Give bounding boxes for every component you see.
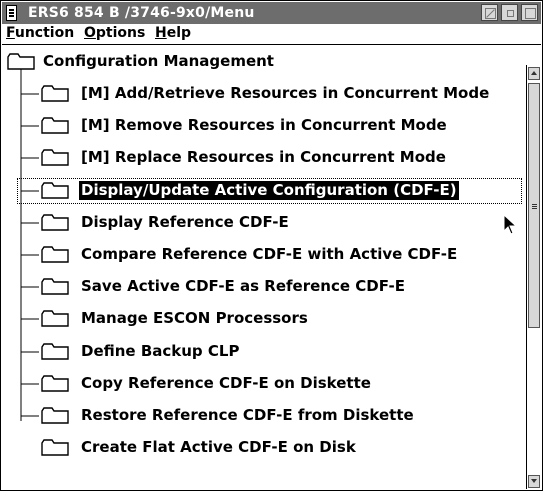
restore-icon[interactable] xyxy=(501,4,518,21)
folder-icon xyxy=(41,343,69,360)
folder-icon xyxy=(41,439,69,456)
folder-icon xyxy=(41,375,69,392)
minimize-icon[interactable] xyxy=(481,4,498,21)
tree-item-label: Restore Reference CDF-E from Diskette xyxy=(81,406,414,424)
tree-item-label: Compare Reference CDF-E with Active CDF-… xyxy=(81,245,458,263)
tree-item-label: Copy Reference CDF-E on Diskette xyxy=(81,374,371,392)
menu-bar: Function Options Help xyxy=(2,24,541,45)
tree-root-label: Configuration Management xyxy=(43,52,274,70)
tree-item[interactable]: [M] Add/Retrieve Resources in Concurrent… xyxy=(1,80,524,108)
folder-icon xyxy=(41,278,69,295)
tree-item[interactable]: Create Flat Active CDF-E on Disk xyxy=(1,434,524,462)
maximize-icon[interactable] xyxy=(521,4,538,21)
window-controls xyxy=(481,4,538,21)
tree-item[interactable]: Manage ESCON Processors xyxy=(1,305,524,333)
scroll-down-icon[interactable] xyxy=(528,475,540,488)
mouse-pointer-icon xyxy=(503,214,518,235)
tree-item-label: Manage ESCON Processors xyxy=(81,309,308,327)
menu-function[interactable]: Function xyxy=(6,25,74,42)
window-title: ERS6 854 B /3746-9x0/Menu xyxy=(28,5,255,21)
folder-icon xyxy=(41,246,69,263)
tree-item-label: Display Reference CDF-E xyxy=(81,213,289,231)
vertical-scrollbar[interactable] xyxy=(526,65,541,489)
scroll-thumb[interactable] xyxy=(528,83,540,328)
tree-item[interactable]: Restore Reference CDF-E from Diskette xyxy=(1,402,524,430)
folder-icon xyxy=(41,85,69,102)
folder-icon xyxy=(41,149,69,166)
tree-item-label: [M] Replace Resources in Concurrent Mode xyxy=(81,148,446,166)
tree-item[interactable]: Display Reference CDF-E xyxy=(1,209,524,237)
folder-icon xyxy=(41,117,69,134)
tree-item-label: Define Backup CLP xyxy=(81,342,240,360)
tree-item-label: Create Flat Active CDF-E on Disk xyxy=(81,438,356,456)
tree-item-label: Save Active CDF-E as Reference CDF-E xyxy=(81,277,405,295)
tree-root[interactable]: Configuration Management xyxy=(1,48,524,76)
focus-rectangle xyxy=(17,178,522,204)
tree-item-label: [M] Remove Resources in Concurrent Mode xyxy=(81,116,447,134)
tree-item[interactable]: [M] Remove Resources in Concurrent Mode xyxy=(1,112,524,140)
folder-icon xyxy=(41,310,69,327)
scroll-up-icon[interactable] xyxy=(528,67,540,80)
menu-help[interactable]: Help xyxy=(155,25,191,42)
menu-options[interactable]: Options xyxy=(84,25,145,42)
folder-icon xyxy=(7,53,35,70)
menu-window: ERS6 854 B /3746-9x0/Menu Function Optio… xyxy=(0,0,543,491)
system-menu-icon[interactable] xyxy=(6,5,17,21)
folder-icon xyxy=(41,214,69,231)
tree-item[interactable]: Compare Reference CDF-E with Active CDF-… xyxy=(1,241,524,269)
tree-item[interactable]: Define Backup CLP xyxy=(1,338,524,366)
tree-item[interactable]: Copy Reference CDF-E on Diskette xyxy=(1,370,524,398)
tree-item-label: [M] Add/Retrieve Resources in Concurrent… xyxy=(81,84,490,102)
folder-icon xyxy=(41,407,69,424)
tree-item[interactable]: [M] Replace Resources in Concurrent Mode xyxy=(1,144,524,172)
tree-item[interactable]: Save Active CDF-E as Reference CDF-E xyxy=(1,273,524,301)
title-bar[interactable]: ERS6 854 B /3746-9x0/Menu xyxy=(2,2,541,24)
